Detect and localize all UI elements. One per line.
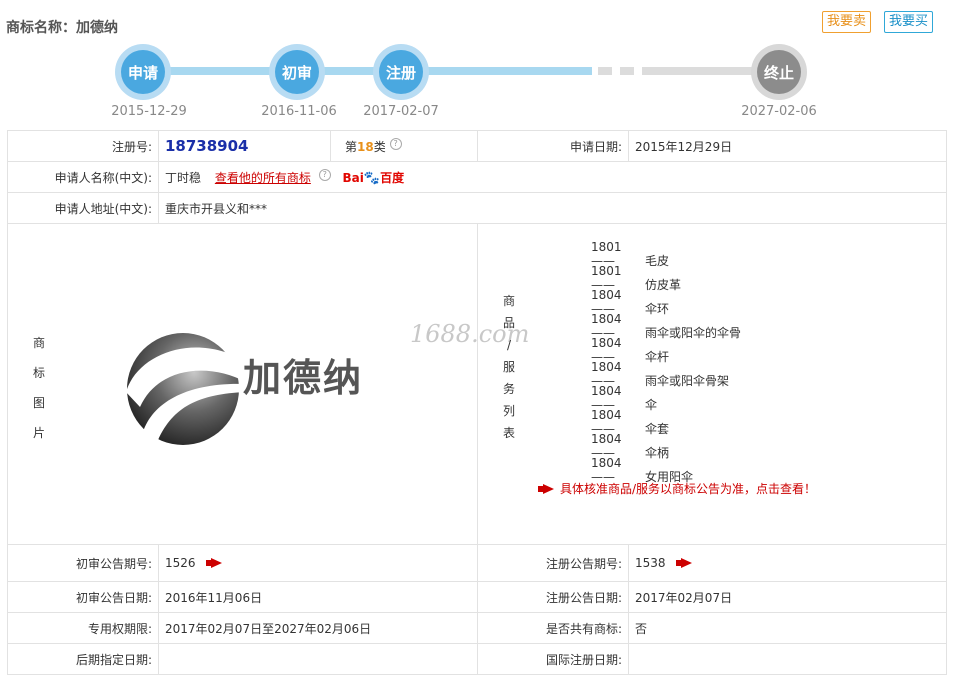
table-row: 初审公告日期: 2016年11月06日 注册公告日期: 2017年02月07日 xyxy=(7,581,947,613)
table-row: 申请人地址(中文): 重庆市开县义和*** xyxy=(7,192,947,224)
table-row: 专用权期限: 2017年02月07日至2027年02月06日 是否共有商标: 否 xyxy=(7,612,947,644)
trademark-info-table: 注册号: 18738904 第18类 ? 申请日期: 2015年12月29日 申… xyxy=(7,130,947,675)
class-prefix: 第 xyxy=(345,139,358,154)
intl-date-value xyxy=(628,643,947,675)
prelim-no-label: 初审公告期号: xyxy=(7,544,159,582)
timeline-dash xyxy=(598,67,612,75)
timeline-date: 2016-11-06 xyxy=(261,104,337,119)
help-icon[interactable]: ? xyxy=(389,137,402,150)
buy-button[interactable]: 我要买 xyxy=(884,11,934,33)
title-label: 商标名称： xyxy=(6,20,76,36)
shared-value: 否 xyxy=(628,612,947,644)
goods-services-cell: 商 品 / 服 务 列 表 1801—— 毛皮 1801—— 仿皮革 1804—— 伞… xyxy=(477,223,947,545)
class-number: 18 xyxy=(357,139,374,154)
prelim-no-cell: 1526 xyxy=(158,544,478,582)
exclusive-label: 专用权期限: xyxy=(7,612,159,644)
later-date-label: 后期指定日期: xyxy=(7,643,159,675)
prelim-no-value: 1526 xyxy=(165,556,196,570)
table-row: 申请人名称(中文): 丁时稳 查看他的所有商标 ? Bai🐾百度 xyxy=(7,161,947,193)
applicant-cell: 丁时稳 查看他的所有商标 ? Bai🐾百度 xyxy=(158,161,947,193)
timeline-step-apply: 申请 xyxy=(115,44,171,100)
timeline-date: 2015-12-29 xyxy=(111,104,187,119)
trademark-logo-image xyxy=(126,333,246,445)
address-value: 重庆市开县义和*** xyxy=(158,192,947,224)
apply-date-label: 申请日期: xyxy=(477,130,629,162)
reg-no-label: 注册号: xyxy=(7,130,159,162)
timeline-date: 2027-02-06 xyxy=(741,104,817,119)
shared-label: 是否共有商标: xyxy=(477,612,629,644)
table-row: 初审公告期号: 1526 注册公告期号: 1538 xyxy=(7,544,947,582)
reg-pub-no-value: 1538 xyxy=(635,556,666,570)
table-row: 注册号: 18738904 第18类 ? 申请日期: 2015年12月29日 xyxy=(7,130,947,162)
megaphone-icon[interactable] xyxy=(675,558,694,569)
reg-pub-no-label: 注册公告期号: xyxy=(477,544,629,582)
timeline-date: 2017-02-07 xyxy=(363,104,439,119)
timeline-dash xyxy=(620,67,634,75)
reg-pub-no-cell: 1538 xyxy=(628,544,947,582)
image-section-label: 商 标 图 片 xyxy=(32,336,45,440)
goods-section-label: 商 品 / 服 务 列 表 xyxy=(502,294,515,440)
applicant-label: 申请人名称(中文): xyxy=(7,161,159,193)
prelim-date-value: 2016年11月06日 xyxy=(158,581,478,613)
help-icon[interactable]: ? xyxy=(318,168,331,181)
trademark-image-cell: 商 标 图 片 加德纳 1688.com xyxy=(7,223,529,545)
reg-no-value: 18738904 xyxy=(165,137,249,155)
timeline-step-end: 终止 xyxy=(751,44,807,100)
trademark-name: 加德纳 xyxy=(76,20,118,36)
table-row: 商 标 图 片 加德纳 1688.com 商 品 / 服 务 列 表 1801—… xyxy=(7,223,947,545)
megaphone-icon xyxy=(538,484,556,495)
table-row: 后期指定日期: 国际注册日期: xyxy=(7,643,947,675)
address-label: 申请人地址(中文): xyxy=(7,192,159,224)
intl-date-label: 国际注册日期: xyxy=(477,643,629,675)
later-date-value xyxy=(158,643,478,675)
timeline-progress-bar xyxy=(150,67,592,75)
apply-date-value: 2015年12月29日 xyxy=(628,130,947,162)
page-title: 商标名称：加德纳 xyxy=(6,17,118,37)
all-marks-link[interactable]: 查看他的所有商标 xyxy=(215,171,311,185)
reg-no-cell: 18738904 xyxy=(158,130,331,162)
megaphone-icon[interactable] xyxy=(205,558,224,569)
reg-pub-date-value: 2017年02月07日 xyxy=(628,581,947,613)
timeline-step-prelim: 初审 xyxy=(269,44,325,100)
reg-pub-date-label: 注册公告日期: xyxy=(477,581,629,613)
baidu-search-icon[interactable]: Bai🐾百度 xyxy=(343,171,405,186)
exclusive-value: 2017年02月07日至2027年02月06日 xyxy=(158,612,478,644)
class-suffix: 类 xyxy=(373,139,386,154)
timeline-step-register: 注册 xyxy=(373,44,429,100)
goods-notice-link[interactable]: 具体核准商品/服务以商标公告为准，点击查看！ xyxy=(538,480,816,497)
trademark-logo-text: 加德纳 xyxy=(243,356,364,400)
class-cell: 第18类 ? xyxy=(330,130,478,162)
applicant-value: 丁时稳 xyxy=(165,170,202,185)
sell-button[interactable]: 我要卖 xyxy=(822,11,872,33)
prelim-date-label: 初审公告日期: xyxy=(7,581,159,613)
